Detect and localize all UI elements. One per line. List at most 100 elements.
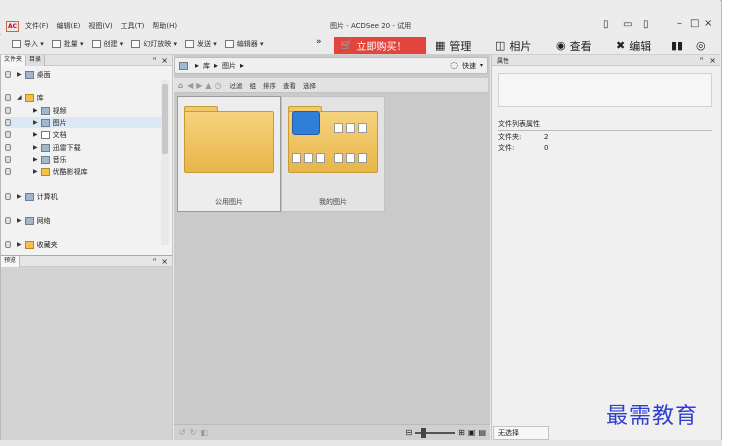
tree-item-favorites[interactable]: ▶ 收藏夹 — [5, 239, 58, 250]
rotate-right-icon[interactable]: ↻ — [190, 428, 197, 437]
home-icon[interactable]: ⌂ — [178, 81, 183, 90]
expand-arrow-icon[interactable]: ▶ — [33, 119, 38, 126]
mode-edit-label: 编辑 — [629, 39, 652, 53]
tree-item-library[interactable]: ◢ 库 — [5, 92, 44, 103]
tree-item-youku[interactable]: ▶ 优酷影视库 — [5, 166, 88, 177]
breadcrumb-pictures[interactable]: 图片 — [222, 61, 236, 71]
tree-item-videos[interactable]: ▶ 视频 — [5, 105, 67, 116]
tree-item-xunlei[interactable]: ▶ 迅雷下载 — [5, 142, 81, 153]
pin-icon[interactable] — [5, 131, 11, 138]
quick-search-label[interactable]: 快速 — [462, 61, 476, 71]
close-icon[interactable]: × — [161, 257, 168, 266]
pin-icon[interactable] — [5, 71, 11, 78]
pin-icon[interactable] — [5, 144, 11, 151]
tag-icon[interactable]: ◧ — [200, 428, 208, 437]
tab-catalog[interactable]: 目录 — [26, 54, 46, 66]
pin-icon[interactable]: ꟸ — [153, 258, 156, 265]
send-icon — [185, 40, 194, 48]
pin-icon[interactable] — [5, 156, 11, 163]
maximize-icon[interactable]: □ — [690, 18, 699, 29]
menu-view[interactable]: 视图(V) — [88, 21, 112, 31]
tree-item-music[interactable]: ▶ 音乐 — [5, 154, 67, 165]
tree-item-computer[interactable]: ▶ 计算机 — [5, 191, 58, 202]
folder-thumbnail[interactable]: 公用图片 — [177, 96, 281, 212]
tree-scrollbar-thumb[interactable] — [162, 84, 168, 154]
thumbnail-view-icon[interactable]: ▣ — [468, 428, 476, 437]
mode-edit-button[interactable]: ✖ 编辑 — [616, 37, 651, 54]
pin-icon[interactable] — [5, 119, 11, 126]
zoom-out-icon[interactable]: ⊟ — [405, 428, 412, 437]
slideshow-button[interactable]: 幻灯放映 ▾ — [131, 39, 177, 49]
menu-tools[interactable]: 工具(T) — [121, 21, 145, 31]
zoom-slider-handle[interactable] — [421, 427, 427, 438]
tree-item-desktop[interactable]: ▶ 桌面 — [5, 69, 51, 80]
layout-icon-2[interactable]: ▭ — [623, 19, 632, 30]
no-selection-tab[interactable]: 无选择 — [493, 426, 549, 440]
pin-icon[interactable] — [5, 107, 11, 114]
view-menu[interactable]: 查看 — [283, 80, 296, 90]
file-icon — [316, 153, 325, 163]
up-icon[interactable]: ▲ — [205, 81, 211, 90]
group-menu[interactable]: 组 — [250, 80, 257, 90]
expand-arrow-icon[interactable]: ▶ — [33, 144, 38, 151]
refresh-icon[interactable]: ◌ — [450, 61, 458, 71]
mode-photos-button[interactable]: ◫ 相片 — [495, 37, 531, 54]
online-button[interactable]: ◎ — [696, 37, 710, 54]
photos-icon: ◫ — [495, 39, 506, 52]
pin-icon[interactable] — [5, 217, 11, 224]
collapse-arrow-icon[interactable]: ◢ — [17, 94, 22, 101]
pin-icon[interactable]: ꟸ — [153, 57, 156, 64]
back-icon[interactable]: ◀ — [187, 81, 193, 90]
expand-arrow-icon[interactable]: ▶ — [17, 241, 22, 248]
expand-arrow-icon[interactable]: ▶ — [17, 217, 22, 224]
filter-menu[interactable]: 过滤 — [230, 80, 243, 90]
more-tools-button[interactable]: » — [316, 37, 322, 47]
minimize-icon[interactable]: – — [677, 18, 682, 29]
close-icon[interactable]: × — [161, 56, 168, 65]
expand-arrow-icon[interactable]: ▶ — [17, 71, 22, 78]
details-view-icon[interactable]: ▤ — [478, 428, 486, 437]
sort-menu[interactable]: 排序 — [263, 80, 276, 90]
history-icon[interactable]: ◷ — [215, 81, 222, 90]
pin-icon[interactable] — [5, 241, 11, 248]
editor-button[interactable]: 编辑器 ▾ — [224, 39, 264, 49]
create-button[interactable]: 创建 ▾ — [91, 39, 123, 49]
rotate-left-icon[interactable]: ↺ — [179, 428, 186, 437]
batch-button[interactable]: 批量 ▾ — [51, 39, 84, 49]
expand-arrow-icon[interactable]: ▶ — [33, 168, 38, 175]
select-menu[interactable]: 选择 — [303, 80, 316, 90]
folder-thumbnail[interactable]: 我的图片 — [281, 96, 385, 212]
forward-icon[interactable]: ▶ — [196, 81, 202, 90]
menu-help[interactable]: 帮助(H) — [152, 21, 177, 31]
menu-edit[interactable]: 编辑(E) — [57, 21, 81, 31]
close-icon[interactable]: × — [709, 56, 716, 65]
mode-manage-button[interactable]: ▦ 管理 — [435, 37, 471, 54]
tree-item-network[interactable]: ▶ 网络 — [5, 215, 51, 226]
tree-item-documents[interactable]: ▶ 文档 — [5, 129, 67, 140]
expand-arrow-icon[interactable]: ▶ — [33, 156, 38, 163]
library-icon — [179, 61, 188, 70]
pin-icon[interactable]: ꟸ — [700, 57, 703, 64]
pin-icon[interactable] — [5, 168, 11, 175]
expand-arrow-icon[interactable]: ▶ — [17, 193, 22, 200]
dashboard-button[interactable]: ▮▮ — [671, 37, 687, 54]
mode-view-button[interactable]: ◉ 查看 — [556, 37, 592, 54]
zoom-slider[interactable] — [415, 427, 456, 438]
menu-file[interactable]: 文件(F) — [25, 21, 49, 31]
layout-icon-1[interactable]: ▯ — [603, 19, 609, 30]
import-button[interactable]: 导入 ▾ — [12, 39, 44, 49]
breadcrumb-library[interactable]: 库 — [203, 61, 210, 71]
buy-now-button[interactable]: 🛒 立即购买！ — [334, 37, 426, 54]
pin-icon[interactable] — [5, 94, 11, 101]
chevron-down-icon[interactable]: ▾ — [480, 62, 483, 69]
tree-item-pictures[interactable]: ▶ 图片 — [5, 117, 161, 128]
pin-icon[interactable] — [5, 193, 11, 200]
layout-icon-3[interactable]: ▯ — [643, 19, 649, 30]
zoom-in-icon[interactable]: ⊞ — [458, 428, 465, 437]
tab-folders[interactable]: 文件夹 — [1, 54, 27, 66]
close-icon[interactable]: × — [704, 18, 712, 29]
send-label: 发送 — [197, 40, 211, 48]
send-button[interactable]: 发送 ▾ — [185, 39, 217, 49]
expand-arrow-icon[interactable]: ▶ — [33, 131, 38, 138]
expand-arrow-icon[interactable]: ▶ — [33, 107, 38, 114]
